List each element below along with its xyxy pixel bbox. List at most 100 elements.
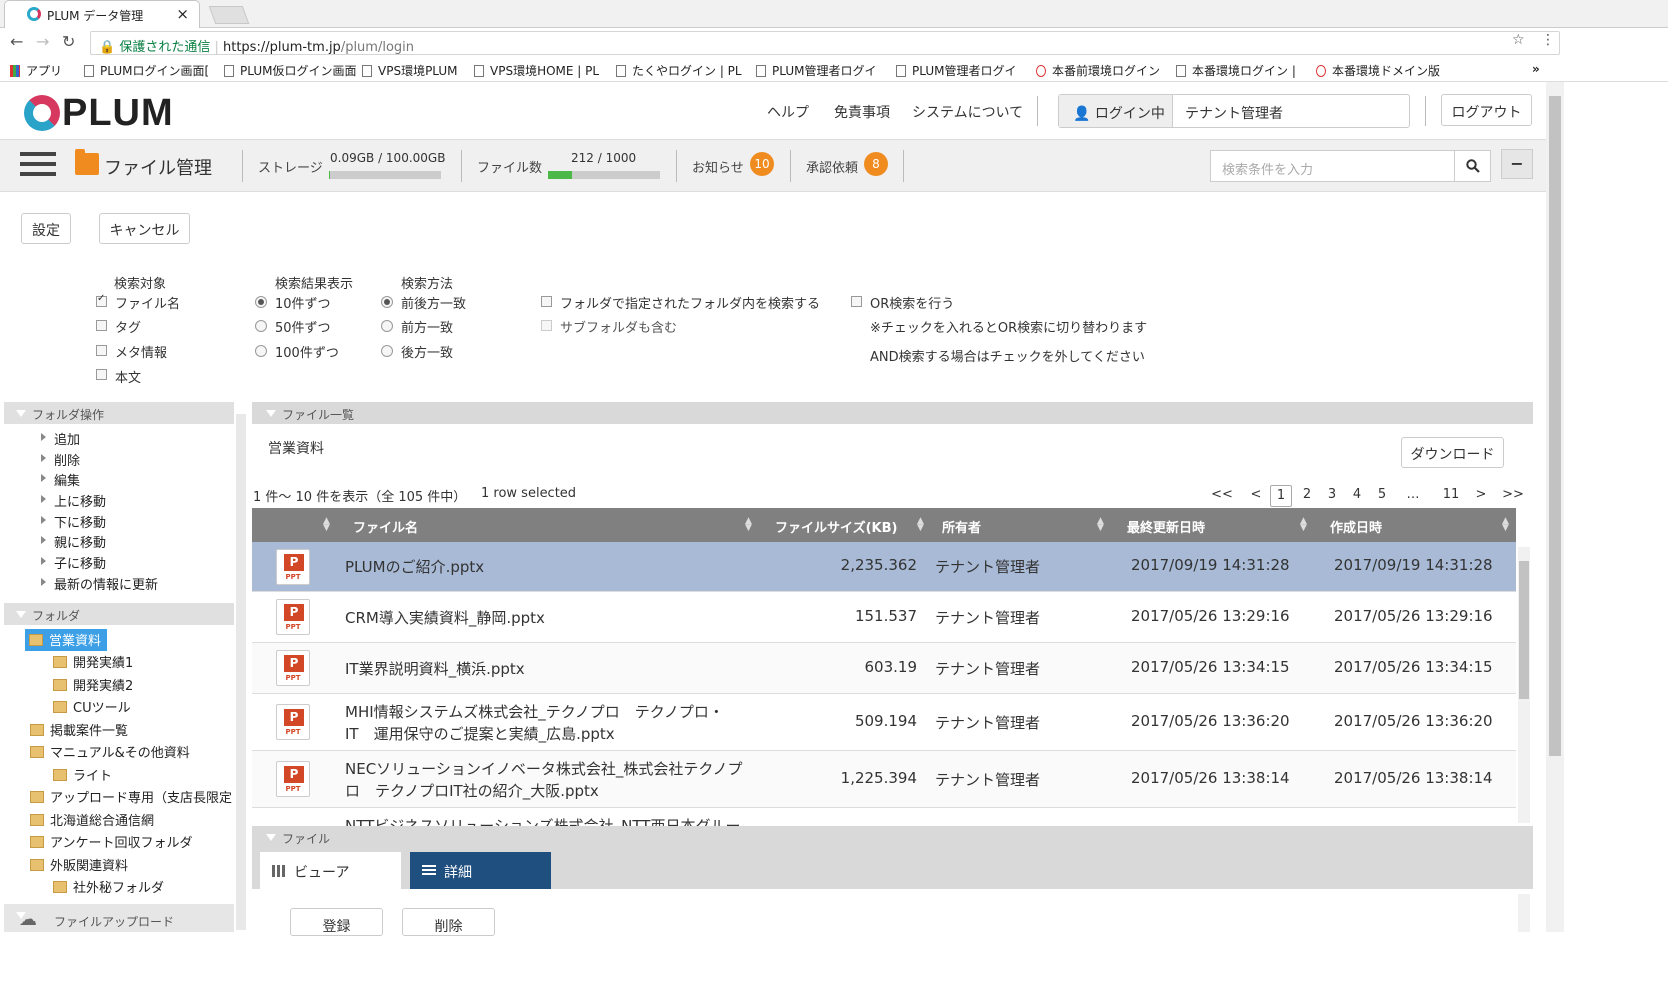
browser-scrollbar[interactable]	[1546, 82, 1564, 932]
page-11[interactable]: 11	[1440, 485, 1462, 507]
page-prev[interactable]: <	[1245, 485, 1267, 507]
cancel-button[interactable]: キャンセル	[99, 213, 190, 244]
tree-folder-selected[interactable]: 営業資料	[25, 629, 108, 651]
col-created[interactable]: 作成日時	[1330, 517, 1382, 536]
col-owner[interactable]: 所有者	[942, 517, 981, 536]
register-button[interactable]: 登録	[290, 908, 383, 936]
page-5[interactable]: 5	[1371, 485, 1393, 507]
bookmark-item[interactable]: 本番環境ドメイン版	[1316, 62, 1440, 79]
col-filesize[interactable]: ファイルサイズ(KB)	[775, 517, 897, 536]
approval-badge[interactable]: 8	[864, 152, 888, 176]
page-4[interactable]: 4	[1346, 485, 1368, 507]
back-icon[interactable]: ←	[10, 32, 23, 51]
sort-icon[interactable]: ▲ ▼	[323, 517, 330, 533]
tree-folder[interactable]: CUツール	[53, 697, 131, 716]
col-filename[interactable]: ファイル名	[353, 517, 418, 536]
table-row[interactable]: P PPT PLUMのご紹介.pptx 2,235.362 テナント管理者 201…	[252, 542, 1516, 592]
tree-folder[interactable]: 掲載案件一覧	[30, 720, 128, 739]
sort-icon[interactable]: ▲ ▼	[1097, 517, 1104, 533]
file-upload-button[interactable]: ☁ ファイルアップロード	[4, 904, 234, 932]
reload-icon[interactable]: ↻	[62, 32, 75, 51]
new-tab-button[interactable]	[208, 6, 250, 24]
delete-button[interactable]: 削除	[402, 908, 495, 936]
sort-icon[interactable]: ▲ ▼	[917, 517, 924, 533]
search-input[interactable]: 検索条件を入力	[1210, 150, 1456, 182]
bookmark-item[interactable]: PLUM管理者ログイ	[896, 62, 1016, 79]
op-move-child[interactable]: 子に移動	[40, 553, 106, 572]
url-input[interactable]: 🔒 保護された通信 | https://plum-tm.jp/plum/logi…	[90, 31, 1560, 55]
bookmark-item[interactable]: 本番前環境ログイン	[1036, 62, 1160, 79]
bookmark-item[interactable]: たくやログイン | PL	[616, 62, 742, 79]
tab-viewer[interactable]: ビューア	[260, 852, 401, 889]
target-tag-checkbox[interactable]	[96, 320, 107, 331]
collapse-search-button[interactable]: −	[1501, 149, 1533, 179]
folder-ops-header[interactable]: フォルダ操作	[4, 402, 234, 424]
method-both-radio[interactable]	[381, 296, 393, 308]
target-body-checkbox[interactable]	[96, 369, 107, 380]
op-edit[interactable]: 編集	[40, 470, 80, 489]
hamburger-menu-icon[interactable]	[20, 152, 56, 178]
left-scrollbar[interactable]	[236, 414, 246, 930]
display-50-radio[interactable]	[255, 320, 267, 332]
table-row[interactable]: P PPT CRM導入実績資料_静岡.pptx 151.537 テナント管理者 2…	[252, 592, 1516, 643]
approval-label[interactable]: 承認依頼	[806, 157, 858, 176]
bookmark-item[interactable]: VPS環境PLUM	[362, 62, 458, 79]
file-panel-scrollbar[interactable]	[1518, 894, 1530, 932]
help-link[interactable]: ヘルプ	[767, 102, 809, 122]
page-2[interactable]: 2	[1296, 485, 1318, 507]
table-row[interactable]: P PPT IT業界説明資料_横浜.pptx 603.19 テナント管理者 201…	[252, 643, 1516, 694]
about-link[interactable]: システムについて	[912, 102, 1023, 122]
page-next[interactable]: >	[1470, 485, 1492, 507]
tree-folder[interactable]: 開発実績1	[53, 652, 133, 671]
bookmark-star-icon[interactable]: ☆	[1512, 32, 1525, 48]
file-list-header[interactable]: ファイル一覧	[252, 402, 1533, 424]
bookmark-item[interactable]: 本番環境ログイン |	[1176, 62, 1296, 79]
bookmark-item[interactable]: PLUM仮ログイン画面	[224, 62, 356, 79]
logout-button[interactable]: ログアウト	[1441, 94, 1532, 126]
page-first[interactable]: <<	[1211, 485, 1233, 507]
download-button[interactable]: ダウンロード	[1401, 437, 1504, 468]
notice-label[interactable]: お知らせ	[692, 157, 744, 176]
notice-badge[interactable]: 10	[750, 152, 774, 176]
display-10-radio[interactable]	[255, 296, 267, 308]
op-move-down[interactable]: 下に移動	[40, 512, 106, 531]
page-3[interactable]: 3	[1321, 485, 1343, 507]
collapse-triangle-icon[interactable]	[266, 834, 276, 841]
folder-tree-header[interactable]: フォルダ	[4, 603, 234, 625]
col-updated[interactable]: 最終更新日時	[1127, 517, 1205, 536]
menu-dots-icon[interactable]: ⋮	[1541, 32, 1555, 48]
bookmark-item[interactable]: VPS環境HOME | PL	[474, 62, 599, 79]
target-meta-checkbox[interactable]	[96, 345, 107, 356]
bookmark-item[interactable]: PLUMログイン画面[	[84, 62, 209, 79]
tree-folder[interactable]: マニュアル&その他資料	[30, 742, 190, 761]
or-search-checkbox[interactable]	[851, 296, 862, 307]
page-last[interactable]: >>	[1502, 485, 1524, 507]
browser-scrollbar-thumb[interactable]	[1549, 96, 1561, 756]
tree-folder[interactable]: 社外秘フォルダ	[53, 877, 164, 896]
table-row[interactable]: P PPT MHI情報システムズ株式会社_テクノプロ テクノプロ・ IT 運用保守…	[252, 694, 1516, 751]
sort-icon[interactable]: ▲ ▼	[1300, 517, 1307, 533]
table-scrollbar[interactable]	[1518, 547, 1530, 823]
tree-folder[interactable]: 外販関連資料	[30, 855, 128, 874]
bookmark-item[interactable]: PLUM管理者ログイ	[756, 62, 876, 79]
subfolder-checkbox[interactable]	[541, 320, 552, 331]
target-filename-checkbox[interactable]	[96, 293, 107, 307]
search-button[interactable]	[1454, 150, 1491, 182]
tree-folder[interactable]: アップロード専用（支店長限定	[30, 787, 232, 806]
table-row[interactable]: P PPT NECソリューションイノベータ株式会社_株式会社テクノプ ロ テクノプ…	[252, 751, 1516, 808]
tree-folder[interactable]: アンケート回収フォルダ	[30, 832, 192, 851]
op-refresh[interactable]: 最新の情報に更新	[40, 574, 158, 593]
tree-folder[interactable]: 北海道総合通信網	[30, 810, 154, 829]
bookmarks-more-icon[interactable]: »	[1532, 62, 1540, 76]
disclaimer-link[interactable]: 免責事項	[834, 102, 890, 122]
op-delete[interactable]: 削除	[40, 450, 80, 469]
method-suffix-radio[interactable]	[381, 345, 393, 357]
table-row[interactable]: NTTビジネスソリューションズ株式会社_NTT西日本グルー	[252, 808, 1516, 826]
sort-icon[interactable]: ▲ ▼	[1502, 517, 1509, 533]
folder-search-checkbox[interactable]	[541, 296, 552, 307]
method-prefix-radio[interactable]	[381, 320, 393, 332]
tree-folder[interactable]: 開発実績2	[53, 675, 133, 694]
sort-icon[interactable]: ▲ ▼	[745, 517, 752, 533]
table-scrollbar-thumb[interactable]	[1519, 561, 1529, 699]
tab-close-icon[interactable]: ×	[176, 5, 189, 23]
